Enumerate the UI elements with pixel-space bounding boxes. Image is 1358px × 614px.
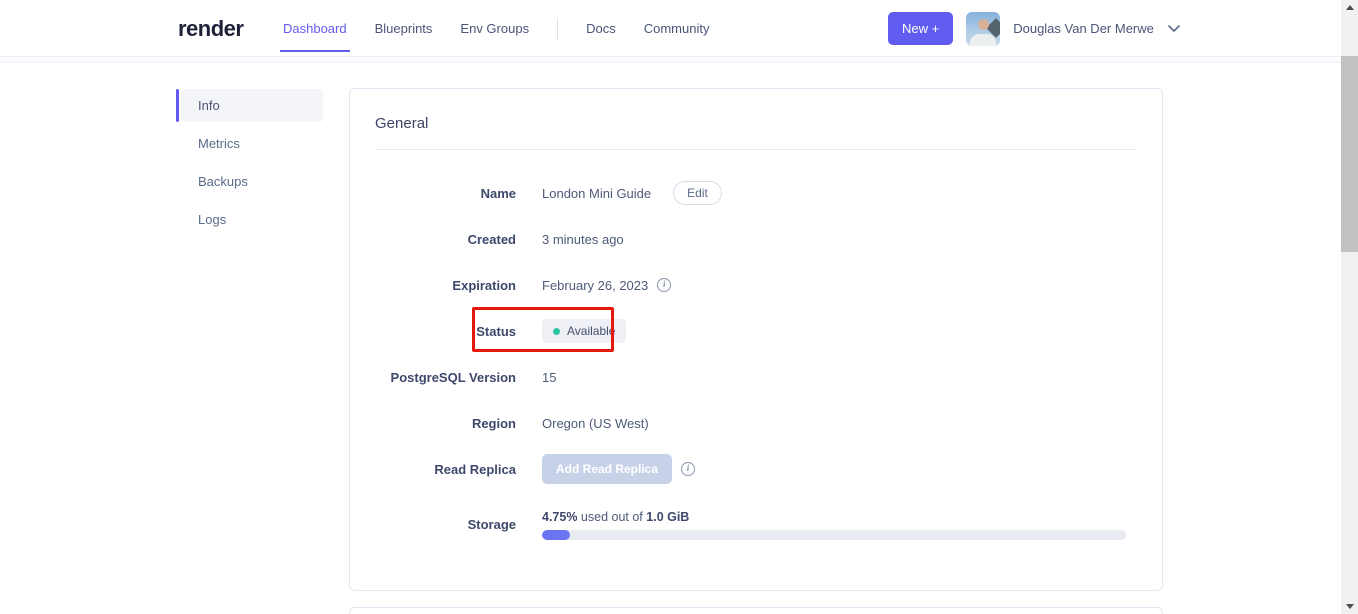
expiration-value-group: February 26, 2023 i [542, 277, 672, 293]
nav-item-blueprints[interactable]: Blueprints [375, 0, 433, 57]
header-shadow-band [0, 58, 1341, 63]
nav-item-dashboard[interactable]: Dashboard [280, 0, 350, 57]
new-button[interactable]: New + [888, 12, 954, 45]
storage-progress-bar [542, 530, 1126, 540]
sidebar: Info Metrics Backups Logs [176, 89, 323, 241]
render-logo[interactable]: render [178, 0, 244, 57]
nav-divider [557, 17, 559, 40]
status-dot-icon [553, 327, 560, 335]
status-value-group: Available [542, 319, 627, 343]
general-card: General Name London Mini Guide Edit Crea… [349, 88, 1163, 591]
next-card-top-edge [349, 607, 1163, 614]
sidebar-item-info[interactable]: Info [176, 89, 323, 122]
read-replica-label: Read Replica [434, 461, 516, 477]
avatar-shirt-shape [970, 33, 997, 46]
region-row: Region Oregon (US West) [350, 400, 1162, 446]
nav-item-docs[interactable]: Docs [586, 0, 616, 57]
avatar-head-shape [978, 18, 990, 30]
main-nav: Dashboard Blueprints Env Groups Docs Com… [280, 0, 710, 57]
postgresql-version-value: 15 [542, 369, 557, 385]
name-value-group: London Mini Guide Edit [542, 181, 722, 205]
expiration-row: Expiration February 26, 2023 i [350, 262, 1162, 308]
user-avatar[interactable] [966, 11, 1001, 46]
card-title: General [375, 115, 429, 132]
read-replica-info-icon[interactable]: i [681, 462, 696, 476]
status-badge-text: Available [567, 324, 616, 338]
storage-label: Storage [467, 517, 516, 532]
sidebar-item-logs[interactable]: Logs [181, 203, 323, 236]
scrollbar-up-arrow[interactable] [1341, 0, 1358, 15]
storage-used-text: used out of [577, 510, 647, 524]
created-row: Created 3 minutes ago [350, 216, 1162, 262]
expiration-info-icon[interactable]: i [657, 278, 672, 292]
expiration-value: February 26, 2023 [542, 277, 649, 293]
status-badge: Available [542, 319, 627, 343]
postgresql-version-row: PostgreSQL Version 15 [350, 354, 1162, 400]
top-nav-bar: render Dashboard Blueprints Env Groups D… [0, 0, 1341, 57]
storage-used-percent: 4.75% [542, 510, 578, 524]
sidebar-item-backups[interactable]: Backups [181, 165, 323, 198]
nav-item-community[interactable]: Community [644, 0, 710, 57]
scrollbar-down-arrow[interactable] [1341, 599, 1358, 614]
name-value: London Mini Guide [542, 185, 652, 201]
storage-value-group: 4.75% used out of 1.0 GiB [542, 509, 1126, 540]
created-value: 3 minutes ago [542, 231, 624, 247]
storage-row: Storage 4.75% used out of 1.0 GiB [350, 509, 1162, 540]
chevron-down-icon[interactable] [1168, 25, 1180, 32]
read-replica-row: Read Replica Add Read Replica i [350, 446, 1162, 492]
expiration-label: Expiration [452, 277, 516, 293]
region-value: Oregon (US West) [542, 415, 649, 431]
add-read-replica-button[interactable]: Add Read Replica [542, 454, 673, 484]
card-divider [375, 149, 1137, 150]
user-name[interactable]: Douglas Van Der Merwe [1013, 21, 1154, 36]
created-label: Created [467, 231, 516, 247]
name-row: Name London Mini Guide Edit [350, 170, 1162, 216]
page: render Dashboard Blueprints Env Groups D… [0, 0, 1358, 614]
header-right-cluster: New + Douglas Van Der Merwe [888, 0, 1180, 57]
status-label: Status [476, 323, 516, 339]
storage-progress-fill [542, 530, 570, 540]
edit-name-button[interactable]: Edit [673, 181, 722, 205]
postgresql-version-label: PostgreSQL Version [390, 369, 516, 385]
region-label: Region [471, 415, 516, 431]
sidebar-item-metrics[interactable]: Metrics [181, 127, 323, 160]
nav-item-env-groups[interactable]: Env Groups [460, 0, 529, 57]
name-label: Name [480, 185, 516, 201]
read-replica-value-group: Add Read Replica i [542, 454, 696, 484]
field-rows: Name London Mini Guide Edit Created 3 mi… [350, 170, 1162, 540]
storage-usage-text: 4.75% used out of 1.0 GiB [542, 509, 1126, 526]
storage-total: 1.0 GiB [646, 510, 690, 524]
scrollbar-thumb[interactable] [1341, 56, 1358, 252]
status-row: Status Available [350, 308, 1162, 354]
vertical-scrollbar[interactable] [1341, 0, 1358, 614]
